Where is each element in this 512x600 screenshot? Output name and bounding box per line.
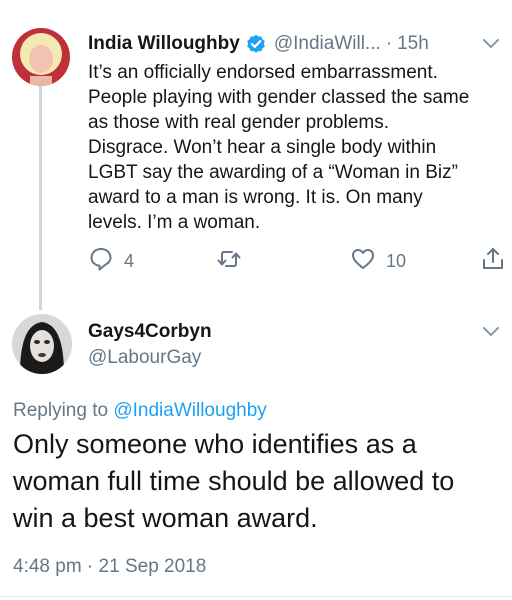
heart-icon bbox=[350, 246, 376, 277]
retweet-button[interactable] bbox=[216, 246, 242, 277]
avatar[interactable] bbox=[12, 314, 72, 374]
divider bbox=[0, 596, 512, 597]
tweet-time[interactable]: 15h bbox=[397, 33, 429, 55]
tweet-text: Only someone who identifies as a woman f… bbox=[13, 426, 508, 537]
tweet-text-line: win a best woman award. bbox=[13, 503, 318, 533]
mention-link[interactable]: @IndiaWilloughby bbox=[113, 400, 266, 421]
like-count: 10 bbox=[386, 251, 407, 271]
tweet-actions: 4 10 bbox=[88, 246, 508, 276]
tweet-text-line: It’s an officially endorsed embarrassmen… bbox=[88, 62, 438, 83]
replying-to: Replying to @IndiaWilloughby bbox=[13, 400, 267, 422]
author-name[interactable]: India Willoughby bbox=[88, 33, 240, 55]
tweet-text-line: levels. I’m a woman. bbox=[88, 212, 261, 233]
tweet-timestamp[interactable]: 4:48 pm · 21 Sep 2018 bbox=[13, 556, 206, 578]
share-button[interactable] bbox=[480, 246, 506, 277]
tweet-text-line: Only someone who identifies as a bbox=[13, 429, 417, 459]
reply-count: 4 bbox=[124, 251, 135, 271]
author-name[interactable]: Gays4Corbyn bbox=[88, 321, 212, 343]
tweet-text-line: LGBT say the awarding of a “Woman in Biz… bbox=[88, 162, 458, 183]
tweet-text: It’s an officially endorsed embarrassmen… bbox=[88, 60, 508, 235]
verified-badge-icon bbox=[246, 34, 266, 54]
retweet-icon bbox=[216, 246, 242, 277]
tweet-text-line: award to a man is wrong. It is. On many bbox=[88, 187, 423, 208]
chevron-down-icon[interactable] bbox=[480, 32, 502, 54]
tweet-text-line: People playing with gender classed the s… bbox=[88, 87, 470, 108]
tweet-text-line: Disgrace. Won’t hear a single body withi… bbox=[88, 137, 437, 158]
like-button[interactable]: 10 bbox=[350, 246, 406, 277]
replying-to-label: Replying to bbox=[13, 400, 109, 421]
author-handle[interactable]: @IndiaWill... bbox=[274, 33, 381, 55]
chevron-down-icon[interactable] bbox=[480, 320, 502, 342]
separator-dot: · bbox=[385, 33, 393, 54]
thread-connector-line bbox=[39, 80, 42, 310]
author-handle[interactable]: @LabourGay bbox=[88, 347, 201, 369]
tweet-text-line: woman full time should be allowed to bbox=[13, 466, 455, 496]
tweet-header: India Willoughby @IndiaWill... · 15h bbox=[88, 30, 500, 58]
reply-icon bbox=[88, 246, 114, 277]
reply-button[interactable]: 4 bbox=[88, 246, 134, 277]
share-icon bbox=[480, 246, 506, 277]
avatar[interactable] bbox=[12, 28, 70, 86]
tweet-text-line: as those with real gender problems. bbox=[88, 112, 389, 133]
